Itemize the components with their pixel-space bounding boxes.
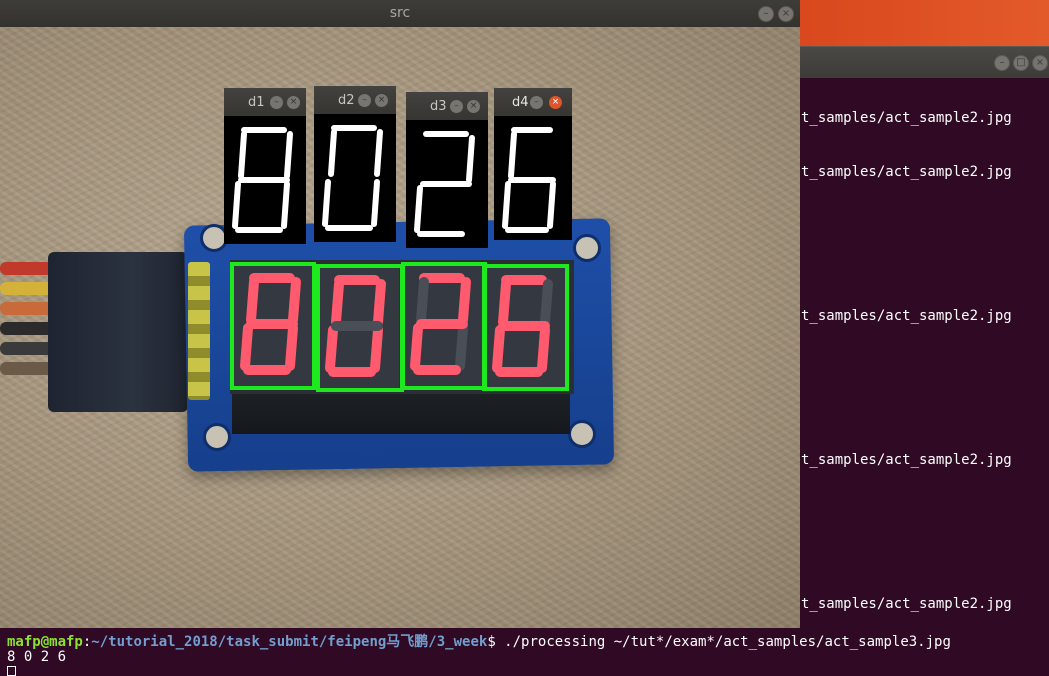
binary-segment-e: [322, 179, 331, 227]
minimize-icon[interactable]: –: [994, 55, 1010, 71]
minimize-icon[interactable]: –: [530, 96, 543, 109]
binary-digit-image: [232, 127, 293, 233]
prompt-user-host: mafp@mafp: [7, 634, 83, 650]
binary-digit-image: [502, 127, 556, 233]
close-icon[interactable]: ×: [549, 96, 562, 109]
terminal-titlebar[interactable]: – □ ×: [800, 46, 1049, 79]
binary-digit-image: [414, 131, 475, 237]
terminal-body[interactable]: [800, 78, 1049, 628]
binary-segment-e: [502, 181, 511, 229]
binary-segment-b: [284, 131, 293, 179]
close-icon[interactable]: ×: [375, 94, 388, 107]
terminal-line: t_samples/act_sample2.jpg: [801, 308, 1012, 324]
digit-window-title: d3: [430, 99, 447, 114]
binary-segment-f: [508, 131, 517, 179]
minimize-icon[interactable]: –: [450, 100, 463, 113]
binary-segment-c: [547, 181, 556, 229]
close-icon[interactable]: ×: [467, 100, 480, 113]
prompt-symbol: $: [487, 634, 496, 650]
terminal-line: t_samples/act_sample2.jpg: [801, 452, 1012, 468]
command-line: mafp@mafp:~/tutorial_2018/task_submit/fe…: [7, 634, 951, 650]
close-icon[interactable]: ×: [287, 96, 300, 109]
prompt-path: ~/tutorial_2018/task_submit/feipeng马飞鹏/3…: [91, 634, 488, 650]
binary-segment-f: [238, 131, 247, 179]
command-text: ./processing ~/tut*/exam*/act_samples/ac…: [495, 634, 951, 650]
close-icon[interactable]: ×: [1032, 55, 1048, 71]
digit-window-titlebar[interactable]: d3 – ×: [406, 92, 488, 120]
maximize-icon[interactable]: □: [1013, 55, 1029, 71]
digit-window-d4[interactable]: d4 – ×: [494, 88, 572, 240]
digit-window-d3[interactable]: d3 – ×: [406, 92, 488, 248]
src-window[interactable]: src – ×: [0, 0, 800, 628]
digit-window-title: d1: [248, 95, 265, 110]
binary-segment-b: [466, 135, 475, 183]
digit-window-title: d2: [338, 93, 355, 108]
binary-segment-e: [414, 185, 423, 233]
digit-window-d1[interactable]: d1 – ×: [224, 88, 306, 244]
digit-window-titlebar[interactable]: d2 – ×: [314, 86, 396, 114]
minimize-icon[interactable]: –: [270, 96, 283, 109]
terminal-prompt-area[interactable]: mafp@mafp:~/tutorial_2018/task_submit/fe…: [0, 628, 1049, 676]
desktop-orange-background: [800, 0, 1049, 46]
binary-digit-image: [322, 125, 383, 231]
binary-segment-c: [281, 181, 290, 229]
digit-window-title: d4: [512, 95, 529, 110]
binary-segment-e: [232, 181, 241, 229]
command-output: 8 0 2 6: [7, 649, 67, 665]
terminal-line: t_samples/act_sample2.jpg: [801, 596, 1012, 612]
minimize-icon[interactable]: –: [358, 94, 371, 107]
terminal-line: t_samples/act_sample2.jpg: [801, 164, 1012, 180]
terminal-cursor: [7, 666, 16, 676]
detection-box-d4: [482, 264, 569, 391]
detection-box-d2: [316, 264, 404, 392]
digit-window-titlebar[interactable]: d1 – ×: [224, 88, 306, 116]
detection-box-d1: [230, 262, 316, 390]
detection-box-d3: [401, 262, 487, 390]
digit-window-titlebar[interactable]: d4 – ×: [494, 88, 572, 116]
terminal-line: t_samples/act_sample2.jpg: [801, 110, 1012, 126]
digit-window-d2[interactable]: d2 – ×: [314, 86, 396, 242]
binary-segment-f: [328, 129, 337, 177]
binary-segment-b: [374, 129, 383, 177]
binary-segment-c: [371, 179, 380, 227]
